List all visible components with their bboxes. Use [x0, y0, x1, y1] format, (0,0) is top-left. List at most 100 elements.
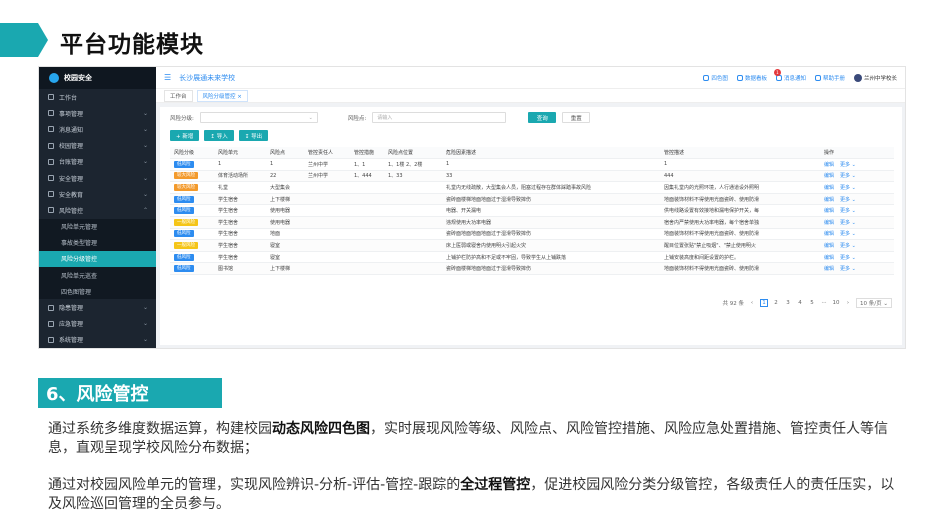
edit-link[interactable]: 编辑: [824, 197, 834, 203]
table-cell: 兰州中学: [304, 170, 350, 183]
chevron-icon: ⌄: [142, 142, 148, 150]
reset-button[interactable]: 重置: [562, 112, 591, 123]
sidebar-item[interactable]: 事项管理 ⌄: [39, 105, 156, 121]
sidebar-item[interactable]: 隐患管理 ⌄: [39, 299, 156, 315]
next-page-button[interactable]: ›: [844, 299, 852, 307]
menu-item-icon: [48, 191, 54, 198]
four-color-map-button[interactable]: 四色图: [703, 74, 728, 82]
column-header: [790, 147, 820, 160]
menu-item-icon: [48, 110, 54, 117]
sidebar-item-label: 校园管理: [59, 143, 84, 151]
more-dropdown[interactable]: 更多 ⌄: [840, 197, 856, 203]
table-cell: [790, 193, 820, 206]
edit-link[interactable]: 编辑: [824, 231, 834, 237]
table-cell: [790, 181, 820, 194]
edit-link[interactable]: 编辑: [824, 255, 834, 261]
table-cell: 低风险: [170, 262, 214, 276]
table-cell: [304, 204, 350, 218]
sidebar-item[interactable]: 消息通知 ⌄: [39, 121, 156, 137]
tab-risk-grading[interactable]: 风险分级管控 ×: [196, 89, 248, 102]
chevron-icon: ⌄: [142, 174, 148, 182]
table-cell: 学生宿舍: [214, 239, 266, 252]
edit-link[interactable]: 编辑: [824, 162, 834, 168]
edit-link[interactable]: 编辑: [824, 243, 834, 249]
sidebar-item[interactable]: 台账管理 ⌄: [39, 154, 156, 170]
more-dropdown[interactable]: 更多 ⌄: [840, 255, 856, 261]
edit-link[interactable]: 编辑: [824, 220, 834, 226]
page-4[interactable]: 4: [796, 299, 804, 307]
sidebar-item[interactable]: 风险管控 ⌃: [39, 202, 156, 218]
edit-link[interactable]: 编辑: [824, 173, 834, 179]
tab-workbench[interactable]: 工作台: [164, 89, 193, 102]
table-cell: 较大风险: [170, 170, 214, 183]
help-manual-button[interactable]: 帮助手册: [814, 74, 845, 82]
sidebar-item[interactable]: 校园管理 ⌄: [39, 138, 156, 154]
more-dropdown[interactable]: 更多 ⌄: [840, 266, 856, 272]
page-1[interactable]: 1: [760, 299, 769, 307]
sidebar-item[interactable]: 系统管理 ⌄: [39, 332, 156, 348]
table-cell: 电器、开关漏电: [442, 204, 610, 218]
notifications-button[interactable]: 1 消息通知: [773, 69, 806, 82]
page-size-select[interactable]: 10 条/页 ⌄: [856, 298, 892, 308]
section-title: 6、风险管控: [46, 384, 149, 405]
table-cell: 地面装饰材料不得使用光面瓷砖、使用防滑: [660, 228, 790, 241]
page-10[interactable]: 10: [832, 299, 840, 307]
chevron-down-icon: ⌄: [308, 114, 313, 121]
sidebar-item[interactable]: 四色图管理: [39, 283, 156, 300]
table-cell: [790, 239, 820, 252]
more-dropdown[interactable]: 更多 ⌄: [840, 185, 856, 191]
table-cell: [610, 228, 660, 241]
sidebar: 校园安全 工作台 事项管理 ⌄ 消息通知 ⌄ 校园管理 ⌄ 台账管理 ⌄ 安全管理 ⌄ 安全教育 ⌄ 风险…: [39, 67, 156, 348]
sidebar-item[interactable]: 事故类型管理: [39, 234, 156, 251]
import-button[interactable]: ↥ 导入: [204, 130, 234, 141]
export-button[interactable]: ↧ 导出: [238, 130, 269, 141]
sidebar-item-label: 四色图管理: [61, 288, 92, 296]
column-header: 风险点: [266, 147, 304, 160]
sidebar-item-label: 隐患管理: [59, 305, 84, 313]
edit-link[interactable]: 编辑: [824, 266, 834, 272]
sidebar-item[interactable]: 安全教育 ⌄: [39, 186, 156, 202]
risk-level-select[interactable]: ⌄: [199, 112, 318, 123]
sidebar-item-label: 风险单元管理: [61, 224, 98, 232]
sidebar-item[interactable]: 工作台: [39, 89, 156, 105]
page-ellipsis[interactable]: ···: [820, 299, 828, 307]
user-menu[interactable]: 兰州中学校长: [853, 74, 897, 82]
edit-link[interactable]: 编辑: [824, 185, 834, 191]
risk-level-badge: 一般风险: [174, 218, 198, 226]
table-cell: 低风险: [170, 204, 214, 218]
risk-level-badge: 低风险: [174, 207, 194, 215]
risk-level-badge: 较大风险: [174, 172, 198, 180]
search-button[interactable]: 查询: [528, 112, 557, 123]
add-button[interactable]: + 新增: [170, 130, 200, 141]
more-dropdown[interactable]: 更多 ⌄: [840, 231, 856, 237]
sidebar-item-label: 风险分级管控: [61, 256, 98, 264]
table-cell: 学生宿舍: [214, 193, 266, 206]
risk-point-input[interactable]: 请输入: [372, 112, 507, 123]
sidebar-item[interactable]: 安全管理 ⌄: [39, 170, 156, 186]
page-3[interactable]: 3: [784, 299, 792, 307]
table-cell: 1: [266, 158, 304, 171]
table-cell: [384, 239, 442, 252]
table-cell: 编辑 更多 ⌄: [820, 239, 894, 252]
page-2[interactable]: 2: [772, 299, 780, 307]
more-dropdown[interactable]: 更多 ⌄: [840, 220, 856, 226]
prev-page-button[interactable]: ‹: [748, 299, 756, 307]
more-dropdown[interactable]: 更多 ⌄: [840, 208, 856, 214]
sidebar-item[interactable]: 风险分级管控: [39, 250, 156, 268]
sidebar-item[interactable]: 应急管理 ⌄: [39, 316, 156, 332]
notification-badge: 1: [773, 69, 781, 76]
table-cell: 一般风险: [170, 239, 214, 252]
tabs-bar: 工作台 风险分级管控 ×: [156, 89, 905, 103]
more-dropdown[interactable]: 更多 ⌄: [840, 173, 856, 179]
sidebar-item[interactable]: 风险单元巡查: [39, 267, 156, 284]
menu-toggle-icon[interactable]: ☰: [164, 73, 171, 82]
sidebar-item[interactable]: 风险单元管理: [39, 218, 156, 235]
more-dropdown[interactable]: 更多 ⌄: [840, 162, 856, 168]
more-dropdown[interactable]: 更多 ⌄: [840, 243, 856, 249]
edit-link[interactable]: 编辑: [824, 208, 834, 214]
dashboard-button[interactable]: 数据看板: [736, 74, 767, 82]
table-cell: 因集礼堂内的光照环境，人行通道设外照明: [660, 181, 790, 194]
page-5[interactable]: 5: [808, 299, 816, 307]
pagination: 共 92 条 ‹ 1 2 3 4 5 ··· 10 › 10 条/页 ⌄: [723, 298, 892, 308]
table-cell: [790, 228, 820, 241]
